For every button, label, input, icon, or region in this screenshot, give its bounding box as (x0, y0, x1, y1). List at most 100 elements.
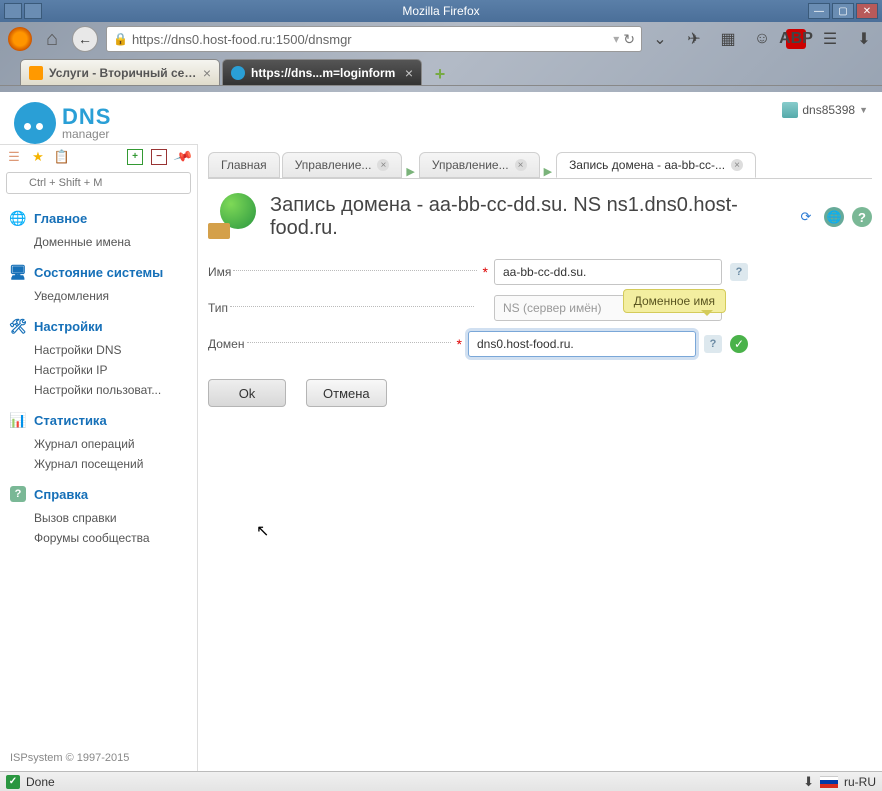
app: DNS manager dns85398 ▼ ☰ ★ 📋 + − 📌 (0, 92, 882, 774)
tab-label: https://dns...m=loginform (251, 66, 399, 80)
language-button[interactable]: 🌐 (824, 207, 844, 227)
url-text: https://dns0.host-food.ru:1500/dnsmgr (132, 32, 609, 47)
cancel-button[interactable]: Отмена (306, 379, 387, 407)
tab-close-icon[interactable]: × (731, 159, 743, 171)
clipboard-icon[interactable]: 📋 (54, 149, 70, 165)
sidebar-item[interactable]: Форумы сообщества (10, 528, 187, 548)
logo: DNS manager (14, 102, 111, 144)
flag-ru-icon (820, 776, 838, 788)
search-input[interactable] (6, 172, 191, 194)
maximize-button[interactable]: ▢ (832, 3, 854, 19)
domain-input[interactable] (468, 331, 696, 357)
window-icon (24, 3, 42, 19)
minimize-button[interactable]: — (808, 3, 830, 19)
chevron-right-icon: ▶ (404, 165, 416, 178)
required-icon: * (457, 336, 462, 352)
sidebar-item[interactable]: Настройки IP (10, 360, 187, 380)
sidebar-item[interactable]: Настройки пользоват... (10, 380, 187, 400)
window-titlebar: Mozilla Firefox — ▢ ✕ (0, 0, 882, 22)
field-help-button[interactable]: ? (704, 335, 722, 353)
status-ok-icon: ✓ (6, 775, 20, 789)
sidebar-item[interactable]: Доменные имена (10, 232, 187, 252)
window-menu-icon[interactable] (4, 3, 22, 19)
sidebar-section-main[interactable]: 🌐 Главное (10, 210, 187, 226)
tab-label: Услуги - Вторичный сервер... (49, 66, 197, 80)
sidebar-item[interactable]: Журнал посещений (10, 454, 187, 474)
new-tab-button[interactable]: + (428, 63, 452, 85)
copyright: ISPsystem © 1997-2015 (0, 742, 197, 774)
abp-icon[interactable]: ABP (786, 29, 806, 49)
menu-icon[interactable]: ☰ (820, 29, 840, 49)
home-button[interactable] (40, 27, 64, 51)
user-name: dns85398 (802, 103, 855, 117)
close-window-button[interactable]: ✕ (856, 3, 878, 19)
pin-icon[interactable]: 📌 (172, 146, 193, 167)
downloads-icon[interactable]: ⬇ (854, 29, 874, 49)
page-tabs: Главная Управление...× ▶ Управление...× … (208, 148, 872, 178)
field-help-button[interactable]: ? (730, 263, 748, 281)
tab-close-icon[interactable]: × (377, 159, 389, 171)
tab-favicon (29, 66, 43, 80)
reload-button[interactable]: ↻ (623, 31, 635, 48)
globe-icon: 🌐 (10, 210, 26, 226)
main-content: Главная Управление...× ▶ Управление...× … (198, 144, 882, 774)
user-menu[interactable]: dns85398 ▼ (782, 102, 868, 118)
collapse-icon[interactable]: − (151, 149, 167, 165)
page-tab[interactable]: Запись домена - aa-bb-cc-...× (556, 152, 756, 178)
page-title: Запись домена - aa-bb-cc-dd.su. NS ns1.d… (270, 194, 782, 240)
plane-icon[interactable]: ✈ (684, 29, 704, 49)
page-tab[interactable]: Управление...× (419, 152, 540, 178)
chevron-right-icon: ▶ (542, 165, 554, 178)
user-icon (782, 102, 798, 118)
sidebar-section-stats[interactable]: 📊 Статистика (10, 412, 187, 428)
required-icon: * (483, 264, 488, 280)
face-icon[interactable]: ☺ (752, 29, 772, 49)
back-button[interactable]: ← (72, 26, 98, 52)
help-button[interactable]: ? (852, 207, 872, 227)
sidebar: ☰ ★ 📋 + − 📌 🌐 Главное Доменные имена (0, 144, 198, 774)
logo-text-top: DNS (62, 106, 111, 128)
tab-close-icon[interactable]: × (405, 65, 413, 81)
list-icon[interactable]: ☰ (6, 149, 22, 165)
browser-tab[interactable]: Услуги - Вторичный сервер... × (20, 59, 220, 85)
sidebar-section-help[interactable]: ? Справка (10, 486, 187, 502)
firefox-icon[interactable] (8, 27, 32, 51)
page-tab[interactable]: Управление...× (282, 152, 403, 178)
star-icon[interactable]: ★ (30, 149, 46, 165)
chevron-down-icon: ▼ (859, 105, 868, 115)
sidebar-section-settings[interactable]: 🛠 Настройки (10, 318, 187, 334)
lang-text: ru-RU (844, 775, 876, 789)
page-tab[interactable]: Главная (208, 152, 280, 178)
status-bar: ✓ Done ⬇ ru-RU (0, 771, 882, 791)
page-icon (208, 193, 256, 241)
browser-chrome: ← 🔒 https://dns0.host-food.ru:1500/dnsmg… (0, 22, 882, 92)
expand-icon[interactable]: + (127, 149, 143, 165)
cursor-icon: ↖ (256, 521, 269, 541)
sidebar-item[interactable]: Журнал операций (10, 434, 187, 454)
sidebar-item[interactable]: Настройки DNS (10, 340, 187, 360)
name-input[interactable] (494, 259, 722, 285)
monitor-icon: 🖥 (10, 264, 26, 280)
check-ok-icon: ✓ (730, 335, 748, 353)
sidebar-item[interactable]: Уведомления (10, 286, 187, 306)
sidebar-toolbar: ☰ ★ 📋 + − 📌 (0, 144, 197, 168)
sidebar-item[interactable]: Вызов справки (10, 508, 187, 528)
sidebar-section-system[interactable]: 🖥 Состояние системы (10, 264, 187, 280)
name-label: Имя (208, 265, 231, 279)
tab-close-icon[interactable]: × (515, 159, 527, 171)
grid-icon[interactable]: ▦ (718, 29, 738, 49)
refresh-button[interactable]: ⟳ (796, 207, 816, 227)
ok-button[interactable]: Ok (208, 379, 286, 407)
domain-label: Домен (208, 337, 245, 351)
tooltip: Доменное имя (623, 289, 726, 313)
browser-tab[interactable]: https://dns...m=loginform × (222, 59, 422, 85)
download-icon[interactable]: ⬇ (803, 774, 814, 790)
help-icon: ? (10, 486, 26, 502)
address-bar[interactable]: 🔒 https://dns0.host-food.ru:1500/dnsmgr … (106, 26, 642, 52)
logo-text-bottom: manager (62, 128, 111, 140)
logo-icon (14, 102, 56, 144)
gear-icon: 🛠 (10, 318, 26, 334)
pocket-icon[interactable]: ⌄ (650, 29, 670, 49)
tab-close-icon[interactable]: × (203, 65, 211, 81)
chart-icon: 📊 (10, 412, 26, 428)
